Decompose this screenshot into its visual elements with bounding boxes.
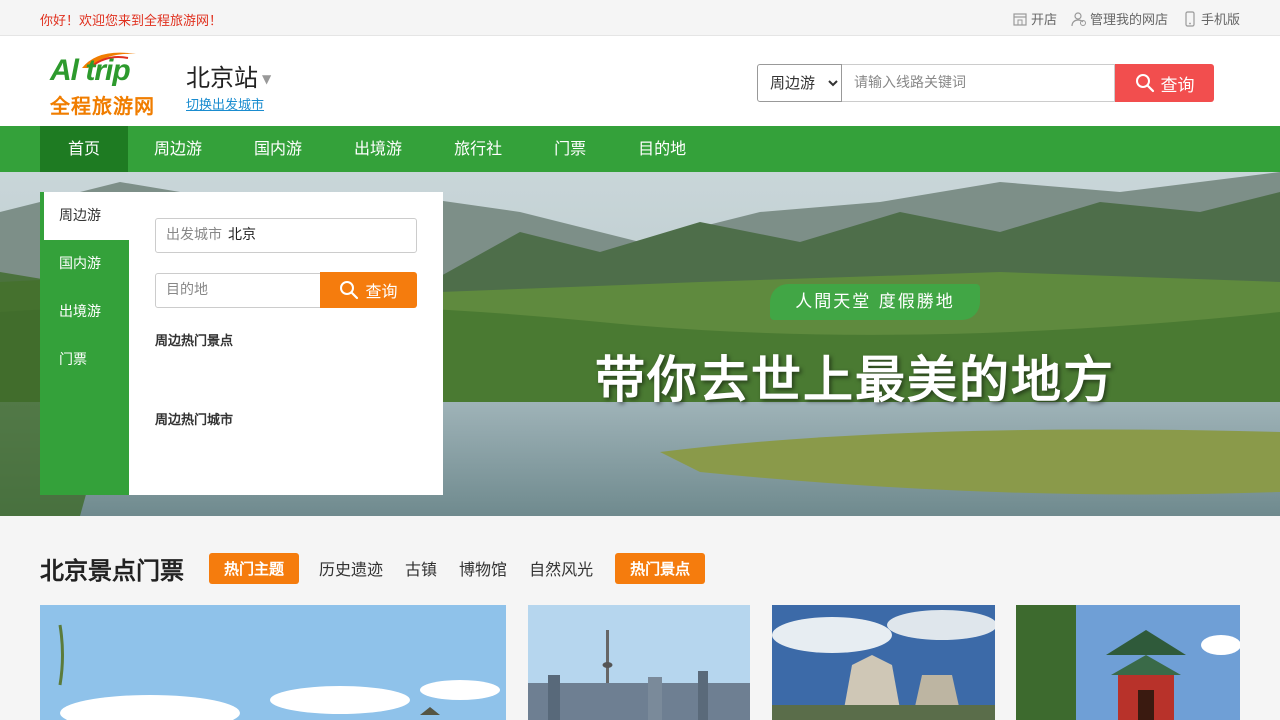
theme-ancient-town[interactable]: 古镇	[405, 556, 437, 580]
welcome-text: 你好！欢迎您来到全程旅游网！	[40, 14, 223, 29]
tab-outbound[interactable]: 出境游	[40, 288, 129, 336]
open-shop-label: 开店	[1030, 13, 1057, 28]
shop-icon	[1013, 12, 1027, 26]
hot-cities-title: 周边热门城市	[155, 413, 234, 428]
search-button-label: 查询	[1160, 75, 1195, 96]
theme-history[interactable]: 历史遗迹	[319, 556, 383, 580]
nav-item-home[interactable]: 首页	[40, 126, 129, 172]
city-dropdown-icon: ▼	[262, 72, 272, 86]
ticket-cards	[40, 605, 1240, 720]
ticket-card[interactable]	[40, 605, 506, 720]
ticket-card[interactable]	[1016, 605, 1240, 720]
tickets-section-header: 北京景点门票 热门主题 历史遗迹 古镇 博物馆 自然风光 热门景点	[40, 548, 725, 588]
nav-item-tickets[interactable]: 门票	[528, 126, 612, 172]
banner-tag: 人間天堂 度假勝地	[770, 284, 980, 320]
switch-city-link[interactable]: 切换出发城市	[186, 94, 264, 113]
card-image-ruins	[772, 605, 995, 720]
hot-spots-tag[interactable]: 热门景点	[615, 552, 706, 584]
destination-placeholder: 目的地	[166, 282, 208, 298]
card-image-red-pavilion	[1016, 605, 1240, 720]
mobile-link[interactable]: 手机版	[1182, 9, 1240, 28]
city-name: 北京站	[186, 64, 258, 92]
tab-nearby[interactable]: 周边游	[44, 192, 129, 240]
logo-text-cn: 全程旅游网	[50, 94, 155, 118]
nav-item-domestic[interactable]: 国内游	[228, 126, 328, 172]
tab-domestic[interactable]: 国内游	[40, 240, 129, 288]
card-image-city-tower	[528, 605, 750, 720]
site-logo[interactable]: Al trip 全程旅游网	[48, 46, 168, 118]
current-city[interactable]: 北京站 ▼	[186, 58, 271, 93]
panel-tabs: 周边游 国内游 出境游 门票	[40, 192, 129, 495]
departure-value: 北京	[228, 227, 256, 243]
banner-slogan: 带你去世上最美的地方	[595, 351, 1115, 409]
main-nav: 首页 周边游 国内游 出境游 旅行社 门票 目的地	[0, 126, 1280, 172]
nav-item-outbound[interactable]: 出境游	[328, 126, 428, 172]
logo-text-en: Al trip	[50, 54, 131, 87]
search-input[interactable]	[842, 64, 1115, 102]
top-links: 开店 管理我的网店 手机版	[1012, 9, 1240, 28]
ticket-card[interactable]	[772, 605, 995, 720]
theme-museum[interactable]: 博物馆	[459, 556, 507, 580]
user-manage-icon	[1071, 11, 1086, 26]
card-image-lake-pavilion	[40, 605, 506, 720]
theme-nature[interactable]: 自然风光	[529, 556, 593, 580]
nav-item-agency[interactable]: 旅行社	[428, 126, 528, 172]
manage-shop-label: 管理我的网店	[1089, 13, 1168, 28]
hot-spots-title: 周边热门景点	[155, 334, 234, 349]
search-icon	[340, 281, 359, 300]
open-shop-link[interactable]: 开店	[1012, 9, 1057, 28]
destination-field[interactable]: 目的地	[155, 273, 321, 308]
search-icon	[1135, 74, 1154, 93]
top-bar: 你好！欢迎您来到全程旅游网！ 开店 管理我的网店 手机版	[0, 0, 1280, 36]
tab-tickets[interactable]: 门票	[40, 336, 129, 384]
section-title: 北京景点门票	[40, 556, 184, 585]
panel-search-button[interactable]: 查询	[320, 272, 417, 308]
mobile-label: 手机版	[1200, 13, 1240, 28]
header: Al trip 全程旅游网 北京站 ▼ 切换出发城市 周边游 国内游 出境游 查询	[0, 36, 1280, 126]
nav-item-destination[interactable]: 目的地	[612, 126, 712, 172]
ticket-card[interactable]	[528, 605, 750, 720]
search-button[interactable]: 查询	[1115, 64, 1214, 102]
hot-theme-tag[interactable]: 热门主题	[209, 552, 300, 584]
search-panel: 周边游 国内游 出境游 门票 出发城市 北京 目的地 查询 周边热门景点 周边热门…	[40, 192, 443, 495]
departure-city-field[interactable]: 出发城市 北京	[155, 218, 417, 253]
nav-item-nearby[interactable]: 周边游	[128, 126, 228, 172]
panel-search-label: 查询	[365, 282, 398, 301]
departure-label: 出发城市	[166, 227, 222, 243]
header-search: 周边游 国内游 出境游 查询	[757, 64, 1214, 102]
mobile-icon	[1185, 10, 1195, 27]
search-category-select[interactable]: 周边游 国内游 出境游	[757, 64, 842, 102]
manage-shop-link[interactable]: 管理我的网店	[1071, 9, 1168, 28]
